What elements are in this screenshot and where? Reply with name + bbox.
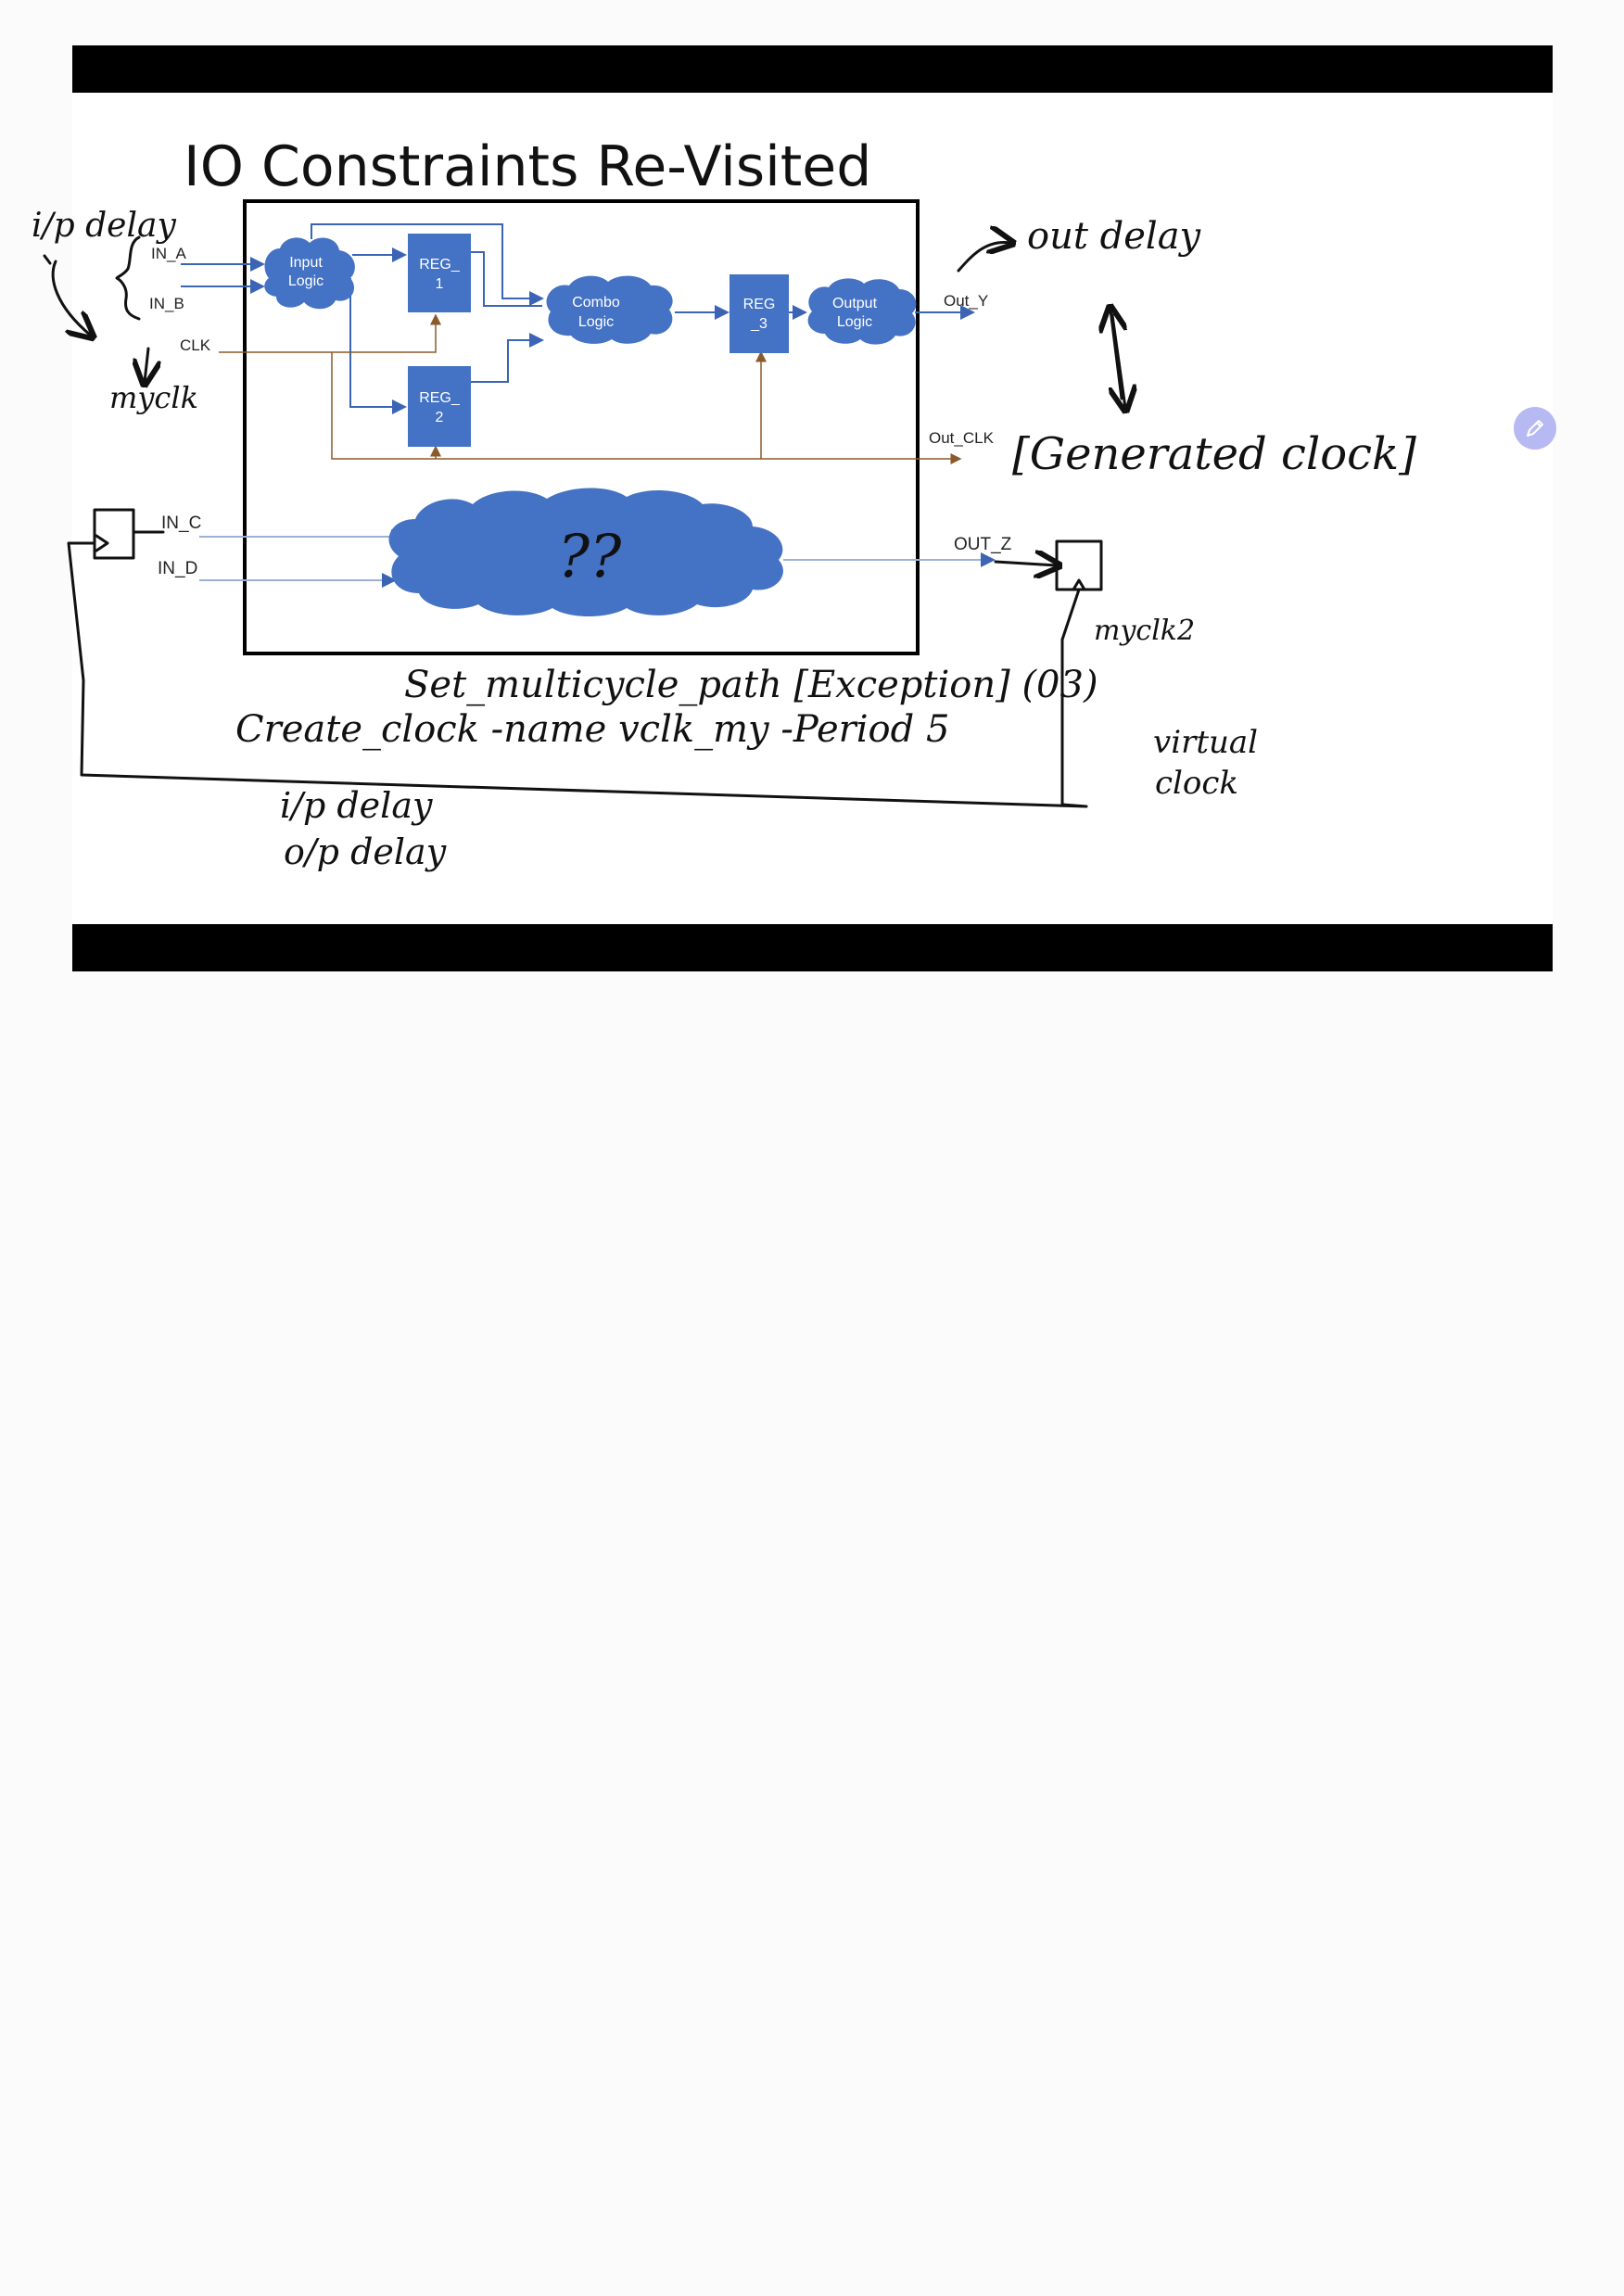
svg-text:REG_: REG_ xyxy=(419,390,461,406)
annotation-op-delay-bottom: o/p delay xyxy=(284,831,447,872)
svg-text:Logic: Logic xyxy=(578,314,614,330)
svg-text:Input: Input xyxy=(289,255,323,271)
reg3-block: REG _3 xyxy=(730,274,789,353)
svg-text:2: 2 xyxy=(436,410,444,425)
svg-text:REG: REG xyxy=(743,297,776,312)
svg-text:Logic: Logic xyxy=(288,273,324,289)
reg1-block: REG_ 1 xyxy=(408,234,471,312)
slide-title: IO Constraints Re-Visited xyxy=(184,134,871,199)
annotation-out-delay: out delay xyxy=(1027,215,1202,258)
svg-text:REG_: REG_ xyxy=(419,257,461,273)
unknown-logic-cloud: ?? xyxy=(388,488,783,616)
input-label-clk: CLK xyxy=(180,336,211,354)
svg-text:Output: Output xyxy=(832,296,878,311)
annotation-ip-delay-top: i/p delay xyxy=(32,207,176,245)
input-label-in-b: IN_B xyxy=(149,295,184,312)
svg-text:Combo: Combo xyxy=(572,295,620,311)
svg-text:??: ?? xyxy=(558,523,622,591)
annotation-myclk2: myclk2 xyxy=(1094,615,1195,647)
combo-logic-block: Combo Logic xyxy=(546,275,673,344)
svg-text:_3: _3 xyxy=(750,316,768,332)
input-label-in-a: IN_A xyxy=(151,245,186,262)
annotation-create-clock: Create_clock -name vclk_my -Period 5 xyxy=(235,708,949,751)
svg-text:1: 1 xyxy=(436,276,444,292)
annotation-myclk: myclk xyxy=(109,380,198,415)
output-label-out-z: OUT_Z xyxy=(954,535,1012,554)
output-label-out-y: Out_Y xyxy=(944,292,988,310)
slide-canvas: IO Constraints Re-Visited IN_A IN_B CLK … xyxy=(32,93,1553,924)
annotation-clock: clock xyxy=(1155,765,1238,802)
reg2-block: REG_ 2 xyxy=(408,366,471,447)
svg-text:Logic: Logic xyxy=(837,314,872,330)
annotation-multicycle-path: Set_multicycle_path [Exception] (03) xyxy=(404,664,1098,706)
output-label-out-clk: Out_CLK xyxy=(929,429,995,447)
input-label-in-d: IN_D xyxy=(158,559,197,578)
input-label-in-c: IN_C xyxy=(161,514,201,533)
annotation-generated-clock: [Generated clock] xyxy=(1012,428,1416,480)
annotation-ip-delay-bottom: i/p delay xyxy=(280,785,433,826)
annotation-virtual: virtual xyxy=(1153,724,1258,761)
pencil-icon[interactable] xyxy=(1514,407,1556,450)
pencil-glyph xyxy=(1527,420,1543,437)
